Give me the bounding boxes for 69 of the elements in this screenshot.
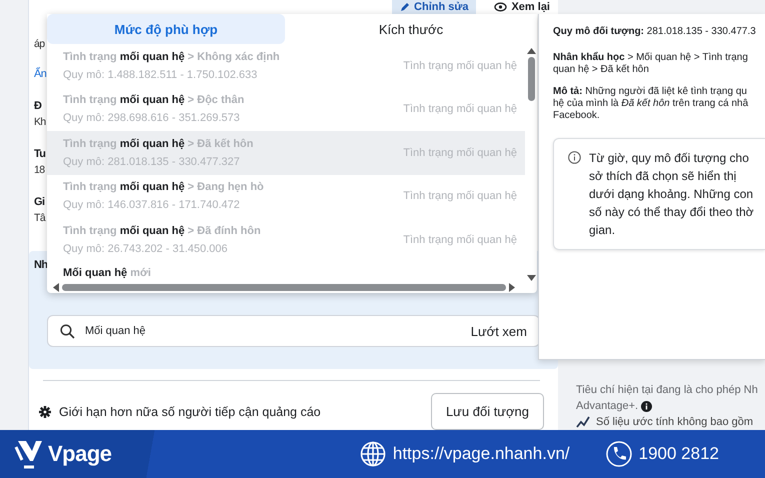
suggestion-row[interactable]: Tình trạng mối quan hệ > Đã kết hôn Quy mô: 281.018.135 - 330.477.327 Tình trạng mối quan hệ <box>47 131 525 174</box>
section-heading: Gi <box>34 195 44 210</box>
edit-button[interactable]: Chỉnh sửa <box>392 0 476 14</box>
field-value: Tâ <box>34 211 46 226</box>
phone-number: 1900 2812 <box>638 444 719 464</box>
info-icon[interactable] <box>641 400 652 412</box>
browse-button[interactable]: Lướt xem <box>470 324 527 338</box>
criteria-note: Tiêu chí hiện tại đang là cho phép Nh <box>576 384 759 396</box>
suggestion-category: Tình trạng mối quan hệ <box>403 146 517 159</box>
website-link[interactable]: https://vpage.nhanh.vn/ <box>392 444 570 464</box>
suggestion-row[interactable]: Tình trạng mối quan hệ > Độc thân Quy mô: 298.698.616 - 351.269.573 Tình trạng mối quan hệ <box>47 88 525 131</box>
notice-line: gian. <box>589 222 616 239</box>
scroll-down-arrow-icon[interactable] <box>526 275 536 281</box>
suggestion-category: Tình trạng mối quan hệ <box>403 234 517 246</box>
suggestion-row[interactable]: Mối quan hệ mới <box>47 262 525 281</box>
suggestion-title: Mối quan hệ mới <box>63 266 152 278</box>
section-heading: Đ <box>34 99 42 114</box>
suggestion-category: Tình trạng mối quan hệ <box>403 190 517 202</box>
suggestion-title: Tình trạng mối quan hệ > Không xác định <box>63 50 281 63</box>
gear-icon <box>39 406 51 418</box>
suggestion-category: Tình trạng mối quan hệ <box>403 103 517 116</box>
suggestion-row[interactable]: Tình trạng mối quan hệ > Không xác định Quy mô: 1.488.182.511 - 1.750.102.633 Tình trạng mối quan hệ <box>47 44 525 88</box>
audience-size: Quy mô: 1.488.182.511 - 1.750.102.633 <box>63 68 258 81</box>
section-heading: Tu <box>34 147 46 162</box>
audience-size-text: Quy mô đối tượng: 281.018.135 - 330.477.3 <box>553 26 757 38</box>
search-field[interactable]: Mối quan hệ Lướt xem <box>47 315 540 347</box>
suggestion-title: Tình trạng mối quan hệ > Độc thân <box>63 94 246 106</box>
scroll-up-arrow-icon[interactable] <box>526 48 536 54</box>
pencil-icon <box>400 2 410 12</box>
save-audience-button[interactable]: Lưu đối tượng <box>430 393 544 430</box>
suggestion-category: Tình trạng mối quan hệ <box>403 60 517 72</box>
field-value: Kh <box>34 115 46 130</box>
section-heading: Nh <box>34 259 48 271</box>
suggestion-title: Tình trạng mối quan hệ > Đã kết hôn <box>63 138 254 150</box>
limit-reach-label: Giới hạn hơn nữa số người tiếp cận quảng cáo <box>59 404 322 418</box>
audience-size: Quy mô: 26.743.202 - 31.450.006 <box>63 242 229 255</box>
link-text[interactable]: Ẩn <box>34 66 46 82</box>
audience-size: Quy mô: 281.018.135 - 330.477.327 <box>63 156 241 168</box>
description-line: Mô tả: Những người đã liệt kê tình trạng qu <box>553 86 748 98</box>
description-line: hệ của mình là Đã kết hôn trên trang cá nhâ <box>553 98 750 110</box>
suggestion-title: Tình trạng mối quan hệ > Đang hẹn hò <box>63 181 265 194</box>
brand-name: Vpage <box>48 441 112 467</box>
audience-size: Quy mô: 298.698.616 - 351.269.573 <box>63 112 241 124</box>
search-icon <box>60 324 75 338</box>
field-value: áp <box>34 37 44 52</box>
category-path-line: Nhân khẩu học > Mối quan hệ > Tình trạng <box>553 52 749 64</box>
field-value: 18 <box>34 163 44 178</box>
notice-line: dưới dạng khoảng. Những con <box>589 186 754 203</box>
notice-line: sở thích đã chọn sẽ hiển thị <box>589 168 738 185</box>
suggestion-row[interactable]: Tình trạng mối quan hệ > Đã đính hôn Quy mô: 26.743.202 - 31.450.006 Tình trạng mối quan hệ <box>47 218 525 262</box>
estimate-note: Số liệu ước tính không bao gồm <box>596 416 754 428</box>
notice-line: số này có thể thay đổi theo thờ <box>589 204 754 221</box>
globe-icon <box>360 441 386 467</box>
advantage-text: Advantage+. <box>576 400 638 412</box>
audience-size: Quy mô: 146.037.816 - 171.740.472 <box>63 199 241 212</box>
suggestion-title: Tình trạng mối quan hệ > Đã đính hôn <box>63 224 262 237</box>
tab[interactable]: Mức độ phù hợp <box>47 14 285 44</box>
info-icon <box>568 151 581 164</box>
trend-line-icon <box>576 416 590 428</box>
tab[interactable]: Kích thước <box>285 14 537 44</box>
scroll-left-arrow-icon[interactable] <box>53 282 59 292</box>
eye-icon <box>494 2 508 12</box>
notice-line: Từ giờ, quy mô đối tượng cho <box>589 150 750 167</box>
scroll-right-arrow-icon[interactable] <box>509 282 515 292</box>
phone-icon <box>606 441 632 467</box>
review-button[interactable]: Xem lại <box>486 0 558 14</box>
suggestion-row[interactable]: Tình trạng mối quan hệ > Đang hẹn hò Quy mô: 146.037.816 - 171.740.472 Tình trạng mối quan hệ <box>47 174 525 218</box>
category-path-line: quan hệ > Đã kết hôn <box>553 64 650 76</box>
description-line: Facebook. <box>553 110 601 122</box>
